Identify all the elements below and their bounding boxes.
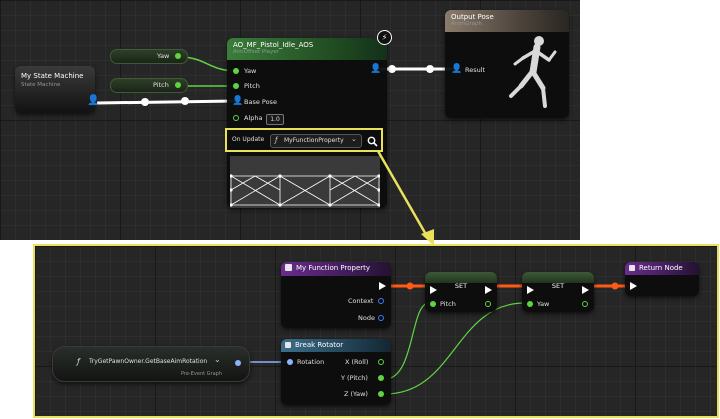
function-icon <box>629 265 635 271</box>
exec-pin-icon[interactable] <box>630 282 637 290</box>
rotation-input-pin[interactable] <box>287 359 293 365</box>
context-pin[interactable] <box>378 298 384 304</box>
pitch-wire <box>384 302 430 380</box>
rotation-output-pin[interactable] <box>235 360 241 366</box>
exec-pin-icon[interactable] <box>379 282 386 290</box>
x-roll-label: X (Roll) <box>345 358 369 366</box>
set-yaw-output-pin[interactable] <box>582 301 588 307</box>
get-aim-rotation-node[interactable]: ƒ TryGetPawnOwner.GetBaseAimRotation ⌄ P… <box>52 346 250 382</box>
x-roll-pin[interactable] <box>378 359 384 365</box>
break-rotator-header: Break Rotator <box>281 339 391 352</box>
function-icon: ƒ <box>77 357 80 366</box>
y-pitch-label: Y (Pitch) <box>341 374 368 382</box>
function-entry-node[interactable]: My Function Property Context Node <box>281 262 391 328</box>
exec-pin-icon[interactable] <box>485 286 492 294</box>
function-entry-header: My Function Property <box>281 262 391 276</box>
exec-pin-icon[interactable] <box>430 286 437 294</box>
set-yaw-header: SET <box>522 272 594 290</box>
dropdown-icon: ⌄ <box>214 355 221 364</box>
return-node[interactable]: Return Node <box>625 262 699 296</box>
bottom-graph-canvas[interactable]: My Function Property Context Node SET Pi… <box>33 244 719 418</box>
function-icon <box>285 264 292 271</box>
function-icon <box>285 342 291 348</box>
node-pin[interactable] <box>378 315 384 321</box>
set-pitch-output-pin[interactable] <box>485 301 491 307</box>
yaw-wire <box>384 302 526 395</box>
set-yaw-label: Yaw <box>537 300 550 308</box>
exec-pin-icon[interactable] <box>582 286 589 294</box>
exec-pin-icon[interactable] <box>527 286 534 294</box>
y-pitch-pin[interactable] <box>378 375 384 381</box>
return-node-title: Return Node <box>639 264 683 272</box>
set-yaw-input-pin[interactable] <box>527 301 533 307</box>
rotation-label: Rotation <box>297 358 325 366</box>
set-pitch-label: Pitch <box>440 300 456 308</box>
set-yaw-node[interactable]: SET Yaw <box>522 272 594 312</box>
set-pitch-title: SET <box>454 282 468 290</box>
set-pitch-node[interactable]: SET Pitch <box>425 272 497 312</box>
set-yaw-title: SET <box>551 282 565 290</box>
z-yaw-pin[interactable] <box>378 391 384 397</box>
context-label: Context <box>348 297 374 305</box>
break-rotator-title: Break Rotator <box>295 341 344 349</box>
set-pitch-header: SET <box>425 272 497 290</box>
set-pitch-input-pin[interactable] <box>430 301 436 307</box>
z-yaw-label: Z (Yaw) <box>344 390 368 398</box>
get-aim-rotation-tag: Pre-Event Graph <box>181 371 223 377</box>
node-label: Node <box>358 314 375 322</box>
break-rotator-node[interactable]: Break Rotator Rotation X (Roll) Y (Pitch… <box>281 339 391 405</box>
return-node-header: Return Node <box>625 262 699 275</box>
get-aim-rotation-title: TryGetPawnOwner.GetBaseAimRotation <box>89 358 208 365</box>
function-entry-title: My Function Property <box>296 264 371 272</box>
